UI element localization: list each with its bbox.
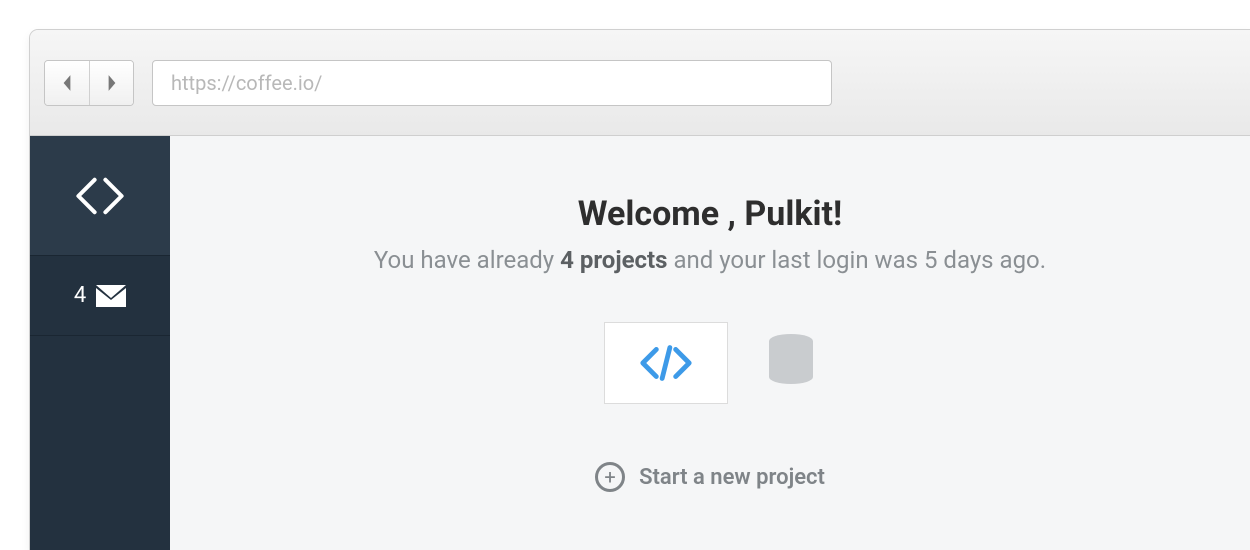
sidebar: 4 [30, 136, 170, 550]
plus-circle-icon: + [595, 462, 625, 492]
database-icon [766, 333, 816, 389]
back-button[interactable] [45, 61, 89, 105]
browser-toolbar [30, 30, 1250, 136]
welcome-subtext: You have already 4 projects and your las… [170, 246, 1250, 274]
main-panel: Welcome , Pulkit! You have already 4 pro… [170, 136, 1250, 550]
welcome-heading: Welcome , Pulkit! [170, 194, 1250, 234]
mail-icon [96, 285, 126, 307]
database-project-card[interactable] [766, 333, 816, 393]
page-body: 4 Welcome , Pulkit! You have already 4 p… [30, 136, 1250, 550]
start-new-project[interactable]: + Start a new project [170, 462, 1250, 492]
url-bar[interactable] [152, 60, 832, 106]
chevron-left-icon [61, 74, 73, 92]
code-icon [637, 341, 695, 385]
project-type-row [170, 322, 1250, 404]
sub-prefix: You have already [374, 246, 560, 274]
sidebar-logo[interactable] [30, 136, 170, 256]
welcome-prefix: Welcome , [578, 194, 745, 234]
code-glyph-icon [73, 169, 127, 223]
chevron-right-icon [106, 74, 118, 92]
mail-count: 4 [74, 283, 86, 308]
sub-suffix: and your last login was 5 days ago. [667, 246, 1046, 274]
forward-button[interactable] [89, 61, 133, 105]
code-project-card[interactable] [604, 322, 728, 404]
welcome-name: Pulkit! [744, 194, 842, 234]
start-label: Start a new project [639, 465, 825, 490]
sidebar-mail[interactable]: 4 [30, 256, 170, 336]
browser-window: 4 Welcome , Pulkit! You have already 4 p… [30, 30, 1250, 550]
sub-bold: 4 projects [560, 246, 667, 274]
nav-button-group [44, 60, 134, 106]
url-input[interactable] [171, 71, 813, 95]
